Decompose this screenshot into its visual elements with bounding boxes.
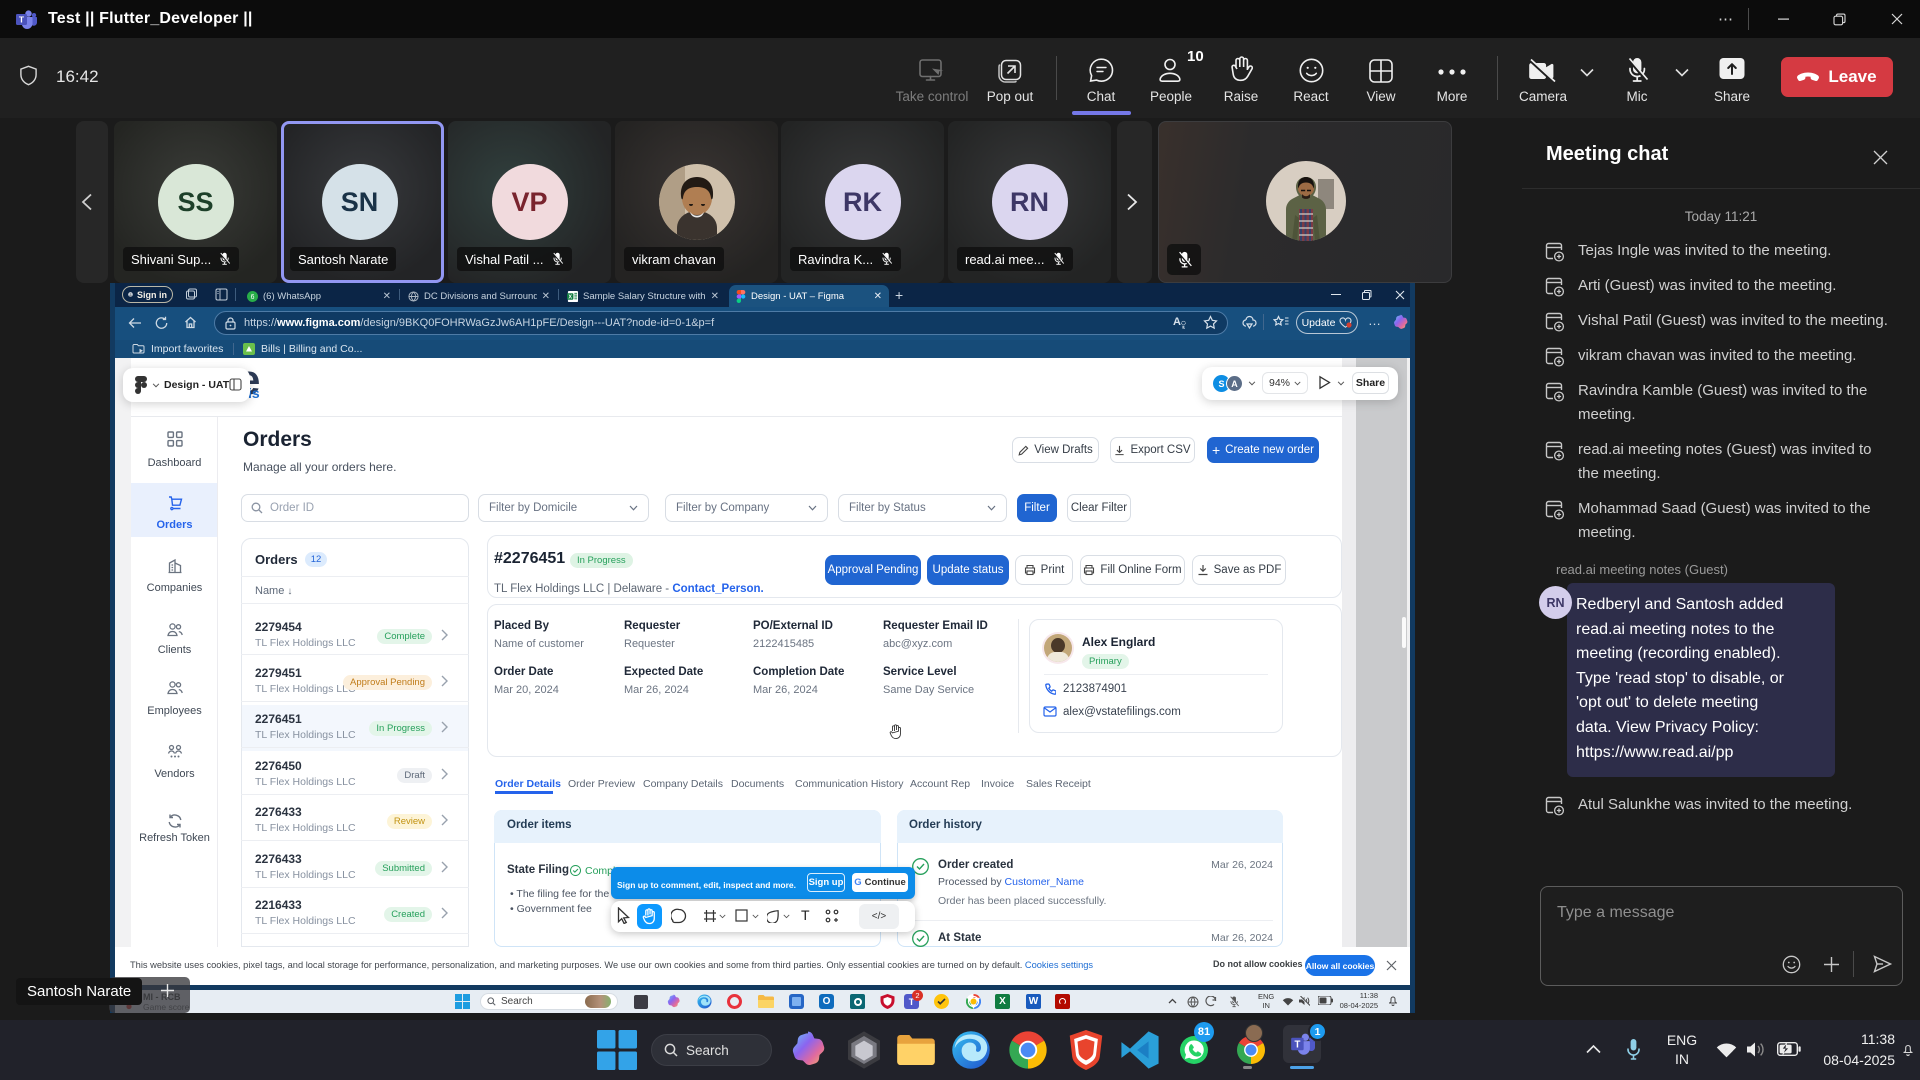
svg-text:6: 6 — [251, 294, 255, 301]
svg-text:T: T — [19, 15, 25, 25]
svg-text:X: X — [568, 295, 572, 301]
svg-text:T: T — [1294, 1040, 1300, 1051]
